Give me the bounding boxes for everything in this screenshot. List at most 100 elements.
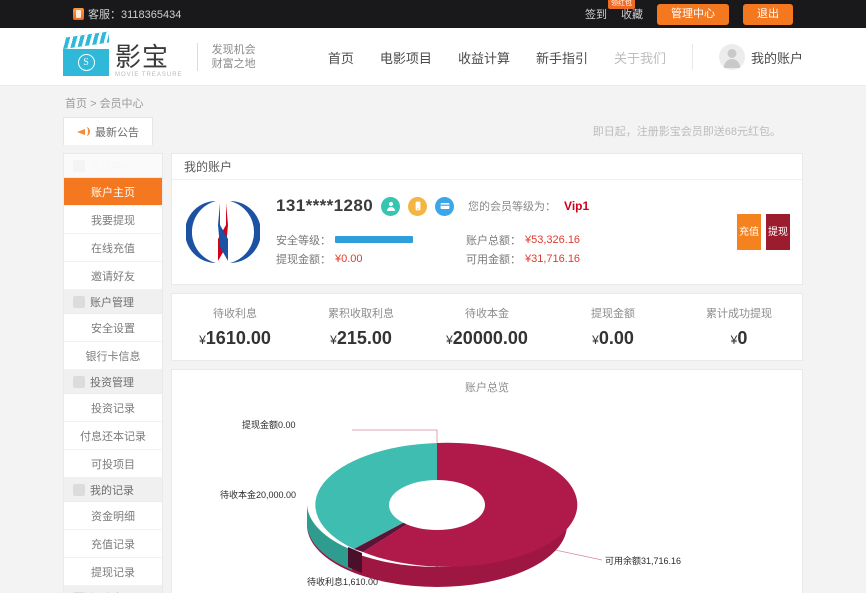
- top-bar: 客服：3118365434 签到 领红包 收藏 管理中心 退出: [0, 0, 866, 28]
- records-icon: [73, 483, 85, 496]
- sidebar-item-available-projects[interactable]: 可投项目: [64, 450, 162, 478]
- sidebar-item-account-home[interactable]: 账户主页: [64, 178, 162, 206]
- nav-item-home[interactable]: 首页: [328, 48, 354, 67]
- favorite-link[interactable]: 收藏: [621, 6, 643, 22]
- sidebar-group-label: 会员中心: [90, 160, 134, 173]
- vip-prefix: 您的会员等级为：: [468, 201, 557, 213]
- total-amount-label: 账户总额：: [466, 234, 521, 247]
- currency-symbol: ¥: [446, 333, 453, 347]
- account-card-title: 我的账户: [172, 154, 802, 180]
- stat-label: 累计成功提现: [706, 308, 772, 320]
- currency-symbol: ¥: [330, 333, 337, 347]
- announcement-tab[interactable]: 最新公告: [63, 117, 153, 145]
- phone-verified-icon: [408, 196, 428, 216]
- nav-item-newbie-guide[interactable]: 新手指引: [536, 48, 588, 67]
- stat-value: ¥215.00: [298, 328, 424, 349]
- currency-symbol: ¥: [592, 333, 599, 347]
- announcement-tab-label: 最新公告: [95, 126, 139, 139]
- nav-item-profit-calc[interactable]: 收益计算: [458, 48, 510, 67]
- logout-button[interactable]: 退出: [743, 3, 793, 25]
- card-verified-icon: [435, 196, 455, 216]
- donut-hole: [389, 480, 485, 530]
- member-icon: [73, 159, 85, 172]
- donut-chart-svg: 提现金额0.00 待收本金20,000.00 可用余额31,716.16 待收利…: [220, 419, 681, 587]
- site-header: S 影宝 MOVIE TREASURE 发现机会 财富之地 首页 电影项目 收益…: [0, 28, 866, 86]
- breadcrumb-home[interactable]: 首页: [65, 98, 87, 110]
- nav-item-my-account[interactable]: 我的账户: [718, 44, 803, 70]
- sidebar-group-member-center: 会员中心: [64, 154, 162, 178]
- security-level-bar: [335, 236, 413, 243]
- stat-label: 待收本金: [465, 308, 509, 320]
- total-amount-value: ¥53,326.16: [525, 233, 581, 246]
- sidebar-group-my-records: 我的记录: [64, 478, 162, 502]
- withdraw-amount-label: 提现金额：: [276, 253, 331, 266]
- sidebar-item-withdraw-records[interactable]: 提现记录: [64, 558, 162, 586]
- user-verified-icon: [381, 196, 401, 216]
- sidebar-item-security-settings[interactable]: 安全设置: [64, 314, 162, 342]
- announcement-text: 即日起，注册影宝会员即送68元红包。: [592, 126, 781, 138]
- logo-text-en: MOVIE TREASURE: [115, 71, 183, 78]
- announcement-bar: 最新公告 即日起，注册影宝会员即送68元红包。: [63, 117, 803, 145]
- sidebar-item-invite-friends[interactable]: 邀请好友: [64, 262, 162, 290]
- headset-icon: [73, 8, 84, 20]
- withdraw-amount-value: ¥0.00: [335, 252, 363, 265]
- page-root: 客服：3118365434 签到 领红包 收藏 管理中心 退出 S 影宝 MOV…: [0, 0, 866, 593]
- recharge-button[interactable]: 充值: [737, 214, 761, 250]
- sidebar-item-investment-records[interactable]: 投资记录: [64, 394, 162, 422]
- stat-number: 20000.00: [452, 328, 528, 348]
- signin-link[interactable]: 签到 领红包: [585, 0, 635, 22]
- customer-service-info: 客服：3118365434: [73, 6, 181, 22]
- stat-number: 0.00: [598, 328, 634, 348]
- logo-divider: [196, 43, 198, 71]
- megaphone-icon: [77, 126, 90, 137]
- site-logo[interactable]: S 影宝 MOVIE TREASURE 发现机会 财富之地: [63, 31, 256, 78]
- sidebar-group-label: 账户管理: [90, 296, 134, 309]
- customer-service-text: 客服：3118365434: [88, 9, 182, 21]
- available-amount-value: ¥31,716.16: [525, 252, 581, 265]
- sidebar-item-bank-card-info[interactable]: 银行卡信息: [64, 342, 162, 370]
- account-overview-chart-card: 账户总览 提现金额0.00 待收本金20,000.00 可用余额31,716.1…: [171, 369, 803, 593]
- chart-title: 账户总览: [465, 382, 509, 394]
- account-phone: 131****1280: [276, 196, 374, 215]
- sidebar-item-fund-details[interactable]: 资金明细: [64, 502, 162, 530]
- breadcrumb-current: 会员中心: [99, 98, 144, 110]
- logo-text-cn: 影宝: [115, 42, 170, 73]
- main-panel: 我的账户 131****1280 您的会员等级为： Vip1 安全等级： 提现金…: [171, 153, 803, 593]
- withdraw-button[interactable]: 提现: [766, 214, 790, 250]
- stat-pending-principal: 待收本金 ¥20000.00: [424, 305, 550, 349]
- sidebar-group-label: 投资管理: [90, 376, 134, 389]
- stat-total-withdrawn: 累计成功提现 ¥0: [676, 305, 802, 349]
- stat-label: 累积收取利息: [328, 308, 394, 320]
- stat-withdraw-amount: 提现金额 ¥0.00: [550, 305, 676, 349]
- stat-label: 待收利息: [213, 308, 257, 320]
- chart-label-principal: 待收本金20,000.00: [220, 489, 296, 500]
- available-amount-label: 可用金额：: [466, 253, 521, 266]
- main-navigation: 首页 电影项目 收益计算 新手指引 关于我们 我的账户: [328, 44, 803, 70]
- sidebar-item-interest-principal-records[interactable]: 付息还本记录: [64, 422, 162, 450]
- stat-value: ¥0.00: [550, 328, 676, 349]
- sidebar-group-investment-mgmt: 投资管理: [64, 370, 162, 394]
- security-level-label: 安全等级：: [276, 234, 331, 247]
- currency-symbol: ¥: [199, 333, 206, 347]
- breadcrumb: 首页 > 会员中心: [63, 86, 803, 117]
- chart-label-withdraw: 提现金额0.00: [242, 419, 296, 430]
- investment-icon: [73, 375, 85, 388]
- sidebar-group-account-mgmt: 账户管理: [64, 290, 162, 314]
- stat-accumulated-interest: 累积收取利息 ¥215.00: [298, 305, 424, 349]
- sidebar-item-recharge-records[interactable]: 充值记录: [64, 530, 162, 558]
- content-area: 首页 > 会员中心 最新公告 即日起，注册影宝会员即送68元红包。 会员中心 账…: [0, 86, 866, 593]
- stat-label: 提现金额: [591, 308, 635, 320]
- account-card: 我的账户 131****1280 您的会员等级为： Vip1 安全等级： 提现金…: [171, 153, 803, 285]
- sidebar-group-label: 短消息: [90, 590, 123, 593]
- account-settings-icon: [73, 295, 85, 308]
- stats-row: 待收利息 ¥1610.00 累积收取利息 ¥215.00 待收本金 ¥20000…: [171, 293, 803, 361]
- logo-coin-label: S: [77, 54, 95, 71]
- stat-value: ¥20000.00: [424, 328, 550, 349]
- nav-item-about-us[interactable]: 关于我们: [614, 48, 666, 67]
- signin-label: 签到: [585, 9, 607, 21]
- sidebar-item-recharge[interactable]: 在线充值: [64, 234, 162, 262]
- sidebar-item-withdraw[interactable]: 我要提现: [64, 206, 162, 234]
- nav-item-movie-projects[interactable]: 电影项目: [380, 48, 432, 67]
- admin-center-button[interactable]: 管理中心: [657, 3, 729, 25]
- avatar: [718, 44, 745, 70]
